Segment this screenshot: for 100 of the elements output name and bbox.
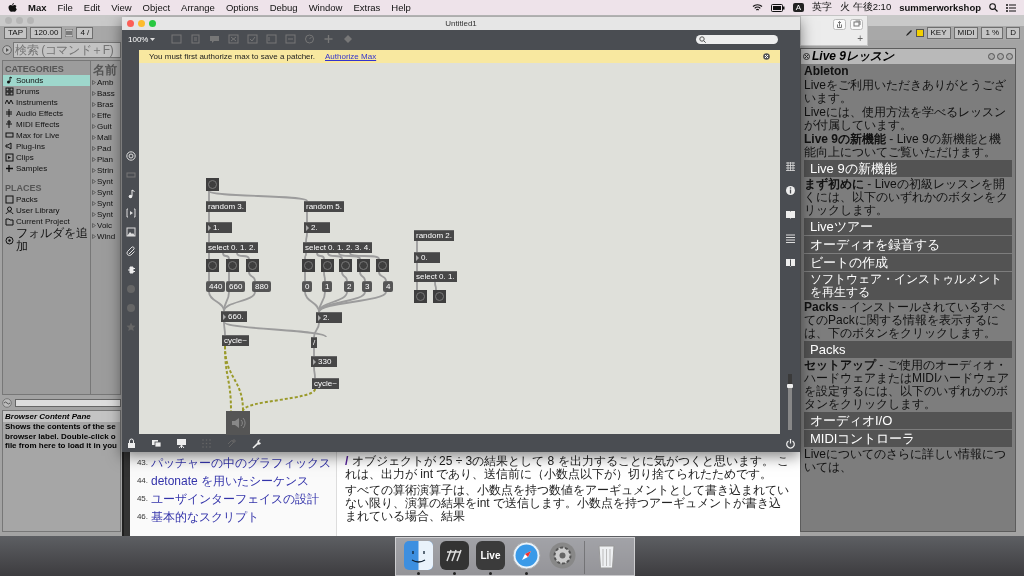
bang-button[interactable] — [246, 259, 259, 272]
power-icon[interactable] — [785, 437, 796, 449]
toc-link[interactable]: ユーザインターフェイスの設計 — [151, 492, 319, 506]
place-item[interactable]: Current Project — [3, 216, 90, 227]
close-icon[interactable] — [803, 53, 810, 60]
menu-item[interactable]: Object — [142, 2, 171, 13]
toolbar-button[interactable]: 1 % — [981, 27, 1004, 39]
search-field[interactable] — [696, 34, 778, 44]
apple-icon[interactable] — [8, 2, 17, 13]
category-item[interactable]: Drums — [3, 86, 90, 97]
lesson-button[interactable]: ソフトウェア・インストゥルメントを再生する — [804, 272, 1012, 300]
windows-icon[interactable] — [151, 437, 162, 449]
message-box[interactable]: 880 — [252, 281, 272, 292]
place-item[interactable]: フォルダを追加 — [3, 227, 90, 253]
browser-item[interactable]: Pian — [91, 154, 120, 165]
zoom-menu[interactable]: 100% — [128, 34, 156, 44]
message-box[interactable]: 2 — [344, 281, 355, 292]
bracket-play-icon[interactable] — [125, 208, 136, 218]
menu-item[interactable]: View — [111, 2, 132, 13]
browser-item[interactable]: Synt — [91, 187, 120, 198]
star-icon[interactable] — [125, 322, 136, 332]
slider-thumb[interactable] — [787, 384, 793, 389]
browser-item[interactable]: Pad — [91, 143, 120, 154]
object-box[interactable]: random 5. — [304, 201, 345, 212]
info-icon[interactable] — [784, 185, 796, 196]
category-item[interactable]: MIDI Effects — [3, 119, 90, 130]
circle-icon[interactable] — [125, 284, 136, 294]
menu-item[interactable]: Options — [225, 2, 259, 13]
smiling-face-app-icon[interactable] — [404, 541, 433, 570]
lesson-button[interactable]: Liveツアー — [804, 218, 1012, 235]
toolbar-button[interactable]: KEY — [926, 27, 951, 39]
compass-icon[interactable] — [512, 541, 541, 570]
wave-circle-icon[interactable] — [2, 397, 12, 408]
browser-item[interactable]: Effe — [91, 110, 120, 121]
toolbar-field[interactable]: 120.00 — [29, 27, 63, 39]
browser-item[interactable]: Synt — [91, 209, 120, 220]
object-box[interactable]: select 0. 1. — [414, 271, 457, 282]
bar-icon[interactable] — [125, 170, 136, 180]
message-box[interactable]: 440 — [206, 281, 226, 292]
settings-icon[interactable] — [548, 541, 577, 570]
lesson-button[interactable]: Packs — [804, 341, 1012, 358]
lesson-button[interactable]: オーディオI/O — [804, 412, 1012, 429]
bang-button[interactable] — [302, 259, 315, 272]
wifi-icon[interactable] — [751, 3, 763, 12]
number-box[interactable]: 1. — [206, 222, 232, 233]
object-box[interactable]: select 0. 1. 2. — [206, 242, 258, 253]
toc-link[interactable]: パッチャーの中のグラフィックス — [151, 456, 331, 470]
close-button[interactable] — [127, 20, 134, 27]
share-icon[interactable] — [833, 19, 846, 30]
play-circle-icon[interactable] — [2, 44, 12, 55]
target-icon[interactable] — [125, 151, 136, 161]
browser-item[interactable]: Synt — [91, 176, 120, 187]
menu-item[interactable]: Debug — [269, 2, 298, 13]
app-menu[interactable]: Max — [28, 2, 47, 13]
bang-button[interactable] — [357, 259, 370, 272]
category-item[interactable]: Max for Live — [3, 130, 90, 141]
clock[interactable]: 火 午後2:10 — [840, 1, 892, 14]
object-box[interactable]: random 2. — [414, 230, 455, 241]
square-icon[interactable] — [915, 29, 924, 37]
toolbar-button[interactable]: D — [1006, 27, 1020, 39]
authorize-link[interactable]: Authorize Max — [325, 52, 377, 61]
book-icon[interactable] — [784, 257, 796, 268]
paperclip-plus-icon[interactable] — [226, 437, 237, 449]
message-box[interactable]: 1 — [322, 281, 333, 292]
category-item[interactable]: Clips — [3, 152, 90, 163]
browser-item[interactable]: Guit — [91, 121, 120, 132]
toc-link[interactable]: 基本的なスクリプト — [151, 510, 259, 524]
number-box[interactable]: 330 — [311, 356, 337, 367]
toc-link[interactable]: detonate を用いたシーケンス — [151, 474, 310, 488]
circle-icon[interactable] — [125, 303, 136, 313]
paperclip-icon[interactable] — [125, 246, 136, 256]
zoom-button[interactable] — [149, 20, 156, 27]
message-box[interactable]: 4 — [383, 281, 394, 292]
new-tab-button[interactable]: + — [857, 34, 867, 44]
pencil-icon[interactable] — [904, 29, 913, 37]
category-item[interactable]: Audio Effects — [3, 108, 90, 119]
plug-icon[interactable] — [125, 265, 136, 275]
input-source-badge[interactable]: A — [792, 3, 805, 12]
browser-item[interactable]: Bass — [91, 88, 120, 99]
bang-button[interactable] — [339, 259, 352, 272]
bang-button[interactable] — [226, 259, 239, 272]
number-box[interactable]: 0. — [414, 252, 440, 263]
bang-button[interactable] — [321, 259, 334, 272]
message-box[interactable]: 3 — [362, 281, 373, 292]
message-box[interactable]: 0 — [302, 281, 313, 292]
browser-item[interactable]: Wind — [91, 231, 120, 242]
lesson-button[interactable]: オーディオを録音する — [804, 236, 1012, 253]
input-mode-label[interactable]: 英字 — [812, 1, 833, 14]
gain-slider[interactable] — [788, 374, 792, 430]
image-icon[interactable] — [125, 227, 136, 237]
browser-item[interactable]: Bras — [91, 99, 120, 110]
category-item[interactable]: Samples — [3, 163, 90, 174]
slider-square-icon[interactable] — [266, 34, 278, 44]
bang-button[interactable] — [433, 290, 446, 303]
wrench-icon[interactable] — [251, 437, 262, 449]
lesson-button[interactable]: Live 9の新機能 — [804, 160, 1012, 177]
book-icon[interactable] — [784, 209, 796, 220]
number-box[interactable]: 2. — [316, 312, 342, 323]
bang-button[interactable] — [414, 290, 427, 303]
tabs-icon[interactable] — [850, 19, 863, 30]
